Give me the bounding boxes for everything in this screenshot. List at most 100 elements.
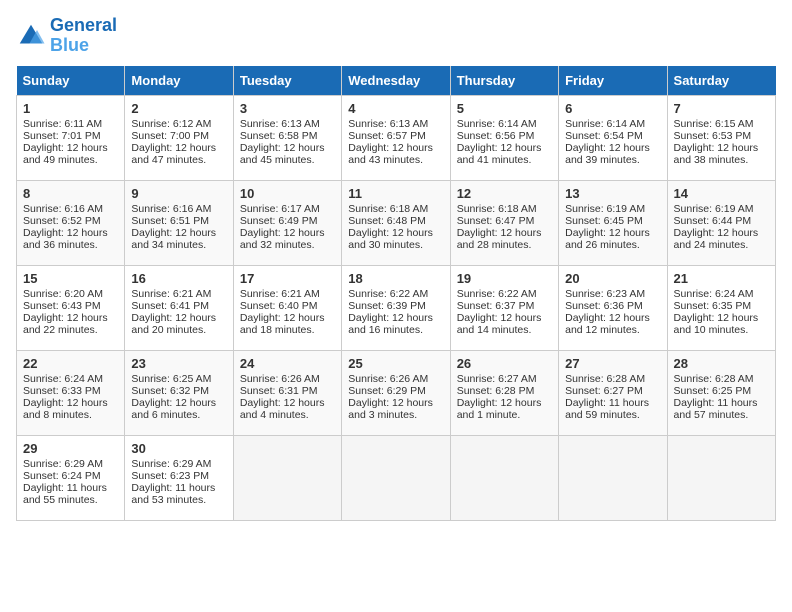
day-number: 20 [565, 271, 660, 286]
calendar-cell: 25Sunrise: 6:26 AMSunset: 6:29 PMDayligh… [342, 350, 450, 435]
day-number: 9 [131, 186, 226, 201]
sunset: Sunset: 6:35 PM [674, 300, 752, 312]
calendar-cell: 15Sunrise: 6:20 AMSunset: 6:43 PMDayligh… [17, 265, 125, 350]
daylight-mins: and 1 minute. [457, 409, 521, 421]
logo-text: General Blue [50, 16, 117, 56]
sunset: Sunset: 6:33 PM [23, 385, 101, 397]
calendar-cell: 16Sunrise: 6:21 AMSunset: 6:41 PMDayligh… [125, 265, 233, 350]
day-number: 11 [348, 186, 443, 201]
col-header-saturday: Saturday [667, 66, 775, 96]
calendar-cell: 5Sunrise: 6:14 AMSunset: 6:56 PMDaylight… [450, 95, 558, 180]
sunrise: Sunrise: 6:29 AM [23, 458, 103, 470]
day-number: 26 [457, 356, 552, 371]
calendar-cell: 26Sunrise: 6:27 AMSunset: 6:28 PMDayligh… [450, 350, 558, 435]
daylight-mins: and 36 minutes. [23, 239, 98, 251]
sunrise: Sunrise: 6:14 AM [565, 118, 645, 130]
sunrise: Sunrise: 6:24 AM [23, 373, 103, 385]
calendar-cell: 18 Sunrise: 6:22 AMSunset: 6:39 PMDayligh… [342, 265, 450, 350]
daylight: Daylight: 12 hours [131, 397, 216, 409]
daylight-mins: and 38 minutes. [674, 154, 749, 166]
daylight: Daylight: 12 hours [23, 227, 108, 239]
day-number: 8 [23, 186, 118, 201]
sunrise: Sunrise: 6:21 AM [131, 288, 211, 300]
col-header-thursday: Thursday [450, 66, 558, 96]
daylight: Daylight: 12 hours [240, 397, 325, 409]
col-header-friday: Friday [559, 66, 667, 96]
sunset: Sunset: 6:36 PM [565, 300, 643, 312]
daylight-mins: and 49 minutes. [23, 154, 98, 166]
daylight-mins: and 47 minutes. [131, 154, 206, 166]
daylight-mins: and 53 minutes. [131, 494, 206, 506]
sunset: Sunset: 6:56 PM [457, 130, 535, 142]
calendar-cell: 6Sunrise: 6:14 AMSunset: 6:54 PMDaylight… [559, 95, 667, 180]
calendar-cell: 30Sunrise: 6:29 AMSunset: 6:23 PMDayligh… [125, 435, 233, 520]
sunset: Sunset: 6:48 PM [348, 215, 426, 227]
daylight: Daylight: 12 hours [348, 397, 433, 409]
day-number: 14 [674, 186, 769, 201]
calendar-cell: 13 Sunrise: 6:19 AMSunset: 6:45 PMDayligh… [559, 180, 667, 265]
sunrise: Sunrise: 6:22 AM [348, 288, 428, 300]
day-number: 18 [348, 271, 443, 286]
sunrise: Sunrise: 6:19 AM [565, 203, 645, 215]
page-header: General Blue [16, 16, 776, 56]
calendar-cell: 9Sunrise: 6:16 AMSunset: 6:51 PMDaylight… [125, 180, 233, 265]
day-number: 13 [565, 186, 660, 201]
daylight: Daylight: 12 hours [565, 142, 650, 154]
daylight-mins: and 8 minutes. [23, 409, 92, 421]
sunset: Sunset: 6:54 PM [565, 130, 643, 142]
daylight: Daylight: 12 hours [348, 312, 433, 324]
sunrise: Sunrise: 6:26 AM [240, 373, 320, 385]
sunset: Sunset: 6:23 PM [131, 470, 209, 482]
daylight: Daylight: 12 hours [23, 397, 108, 409]
day-number: 15 [23, 271, 118, 286]
day-number: 28 [674, 356, 769, 371]
day-number: 16 [131, 271, 226, 286]
calendar-cell: 7Sunrise: 6:15 AMSunset: 6:53 PMDaylight… [667, 95, 775, 180]
sunset: Sunset: 6:32 PM [131, 385, 209, 397]
daylight: Daylight: 12 hours [457, 312, 542, 324]
sunrise: Sunrise: 6:21 AM [240, 288, 320, 300]
day-number: 10 [240, 186, 335, 201]
day-number: 29 [23, 441, 118, 456]
sunset: Sunset: 6:39 PM [348, 300, 426, 312]
sunrise: Sunrise: 6:18 AM [348, 203, 428, 215]
daylight-mins: and 34 minutes. [131, 239, 206, 251]
daylight: Daylight: 12 hours [674, 312, 759, 324]
sunset: Sunset: 6:57 PM [348, 130, 426, 142]
calendar-cell [667, 435, 775, 520]
sunrise: Sunrise: 6:26 AM [348, 373, 428, 385]
calendar-cell: 21Sunrise: 6:24 AMSunset: 6:35 PMDayligh… [667, 265, 775, 350]
sunset: Sunset: 6:53 PM [674, 130, 752, 142]
sunrise: Sunrise: 6:13 AM [240, 118, 320, 130]
sunset: Sunset: 6:45 PM [565, 215, 643, 227]
sunset: Sunset: 6:43 PM [23, 300, 101, 312]
daylight-mins: and 20 minutes. [131, 324, 206, 336]
day-number: 4 [348, 101, 443, 116]
sunrise: Sunrise: 6:13 AM [348, 118, 428, 130]
day-number: 7 [674, 101, 769, 116]
sunset: Sunset: 6:41 PM [131, 300, 209, 312]
daylight: Daylight: 12 hours [565, 227, 650, 239]
calendar-cell: 1Sunrise: 6:11 AMSunset: 7:01 PMDaylight… [17, 95, 125, 180]
daylight-mins: and 45 minutes. [240, 154, 315, 166]
sunset: Sunset: 6:27 PM [565, 385, 643, 397]
calendar-cell: 24Sunrise: 6:26 AMSunset: 6:31 PMDayligh… [233, 350, 341, 435]
sunrise: Sunrise: 6:27 AM [457, 373, 537, 385]
calendar-cell: 27Sunrise: 6:28 AMSunset: 6:27 PMDayligh… [559, 350, 667, 435]
calendar-cell: 19Sunrise: 6:22 AMSunset: 6:37 PMDayligh… [450, 265, 558, 350]
sunset: Sunset: 7:01 PM [23, 130, 101, 142]
sunset: Sunset: 7:00 PM [131, 130, 209, 142]
calendar-cell: 17Sunrise: 6:21 AMSunset: 6:40 PMDayligh… [233, 265, 341, 350]
sunrise: Sunrise: 6:16 AM [23, 203, 103, 215]
daylight: Daylight: 11 hours [131, 482, 215, 494]
daylight-mins: and 55 minutes. [23, 494, 98, 506]
sunset: Sunset: 6:37 PM [457, 300, 535, 312]
daylight-mins: and 18 minutes. [240, 324, 315, 336]
daylight-mins: and 16 minutes. [348, 324, 423, 336]
daylight: Daylight: 12 hours [240, 312, 325, 324]
sunset: Sunset: 6:44 PM [674, 215, 752, 227]
daylight-mins: and 24 minutes. [674, 239, 749, 251]
calendar-cell [559, 435, 667, 520]
daylight: Daylight: 12 hours [348, 227, 433, 239]
daylight-mins: and 43 minutes. [348, 154, 423, 166]
